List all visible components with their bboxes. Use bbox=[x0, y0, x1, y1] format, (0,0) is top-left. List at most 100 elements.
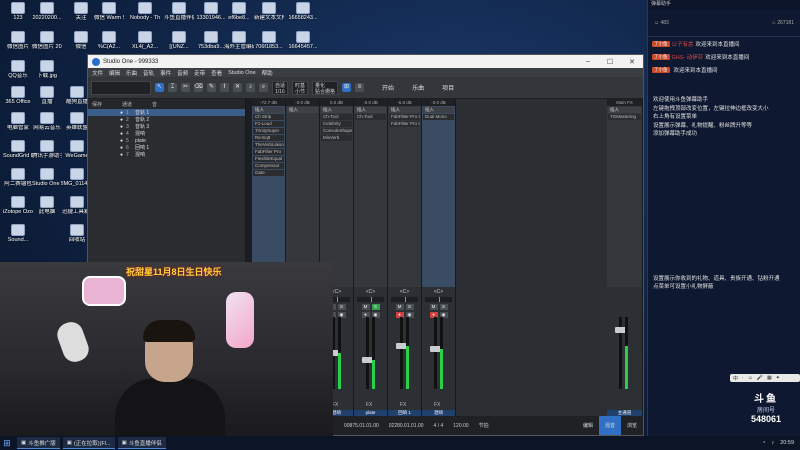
snap-toggle-icon[interactable]: ⊞ bbox=[342, 83, 352, 92]
volume-fader-track[interactable] bbox=[366, 317, 369, 389]
taskbar-app[interactable]: ▣ (正在拉取)(Fl... bbox=[62, 437, 115, 449]
solo-button[interactable]: S bbox=[439, 304, 448, 310]
mute-button[interactable]: M bbox=[429, 304, 438, 310]
solo-button[interactable]: S bbox=[337, 304, 346, 310]
record-arm-icon[interactable]: ● bbox=[120, 131, 123, 137]
insert-header[interactable]: 插入 bbox=[253, 107, 284, 113]
view-tab[interactable]: 混音 bbox=[599, 416, 621, 435]
mixer-channel[interactable]: -0.0 dB 插入 Dual Mono <C> M S ● ◉ FX 混响 bbox=[422, 99, 456, 416]
desktop-icon[interactable]: 706f1853... bbox=[254, 31, 284, 50]
gift-toolbar-icon[interactable]: ✦ bbox=[776, 375, 780, 381]
insert-plugin[interactable]: Gate bbox=[253, 170, 284, 176]
insert-plugin[interactable]: TGMastering bbox=[608, 114, 641, 120]
insert-plugin[interactable]: Re-Eq8 bbox=[253, 135, 284, 141]
pan-slider[interactable] bbox=[425, 297, 452, 302]
insert-plugin[interactable]: MixVerb bbox=[321, 135, 352, 141]
desktop-icon[interactable]: 微信图片 bbox=[3, 31, 33, 50]
desktop-icon[interactable]: [(UNZ... bbox=[164, 31, 194, 50]
track-row[interactable]: ● 3 音轨 3 bbox=[88, 123, 245, 131]
range-tool-icon[interactable]: ⌶ bbox=[168, 83, 177, 92]
desktop-icon[interactable]: 腾讯手游助手 bbox=[32, 140, 62, 159]
menu-item[interactable]: 帮助 bbox=[262, 69, 273, 77]
gift-toolbar-icon[interactable]: ☺ bbox=[748, 375, 753, 381]
zoom-tool-icon[interactable]: ⌕ bbox=[259, 83, 268, 92]
menu-item[interactable]: 走带 bbox=[194, 69, 205, 77]
desktop-icon[interactable]: 16658243... bbox=[288, 2, 318, 21]
desktop-icon[interactable]: 阿二赛锚包 bbox=[3, 168, 33, 187]
insert-plugin[interactable]: FabFilter Pro C bbox=[389, 121, 420, 127]
timebase-box[interactable]: 时基 小节 bbox=[292, 80, 309, 95]
desktop-icon[interactable]: %C(A2... bbox=[94, 31, 124, 50]
volume-fader-track[interactable] bbox=[400, 317, 403, 389]
insert-plugin[interactable]: Dual Mono bbox=[423, 114, 454, 120]
menu-item[interactable]: 音轨 bbox=[143, 69, 154, 77]
menu-item[interactable]: 查看 bbox=[211, 69, 222, 77]
menu-item[interactable]: 音频 bbox=[177, 69, 188, 77]
gift-toolbar-icon[interactable]: 中 bbox=[733, 375, 738, 382]
windows-start-icon[interactable]: ⊞ bbox=[0, 436, 14, 450]
insert-plugin[interactable]: Ch-Tool bbox=[355, 114, 386, 120]
pencil-tool-icon[interactable]: ✎ bbox=[207, 83, 216, 92]
main-output-channel[interactable]: Main FX 插入 TGMastering 主通道 bbox=[607, 99, 643, 416]
insert-plugin[interactable]: ConsoleShaper bbox=[321, 128, 352, 134]
desktop-icon[interactable]: iZotope Ozone 9 bbox=[3, 196, 33, 215]
desktop-icon[interactable]: 海外主管编码 密钥.txt bbox=[224, 31, 254, 50]
gift-toolbar-icon[interactable]: ▦ bbox=[767, 375, 772, 381]
mixer-channel[interactable]: -0.0 dB 插入 Ch-Tool <C> M S ● ◉ FX plate bbox=[354, 99, 388, 416]
insert-header[interactable]: 插入 bbox=[389, 107, 420, 113]
insert-plugin[interactable]: FabFilter-Pro Q bbox=[389, 114, 420, 120]
record-arm-icon[interactable]: ● bbox=[120, 117, 123, 123]
mute-button[interactable]: M bbox=[395, 304, 404, 310]
minimize-button[interactable]: – bbox=[577, 58, 599, 66]
volume-fader-track[interactable] bbox=[434, 317, 437, 389]
insert-plugin[interactable]: TrinitySuper bbox=[253, 128, 284, 134]
desktop-icon[interactable]: 123 bbox=[3, 2, 33, 21]
track-row[interactable]: ● 5 plate bbox=[88, 137, 245, 144]
close-button[interactable]: ✕ bbox=[621, 58, 643, 66]
desktop-icon[interactable]: 753dba9... bbox=[196, 31, 226, 50]
eraser-tool-icon[interactable]: ⌫ bbox=[194, 83, 203, 92]
desktop-icon[interactable]: 下载.jpg bbox=[32, 60, 62, 79]
solo-button[interactable]: S bbox=[371, 304, 380, 310]
list-icon[interactable]: ≡ bbox=[355, 83, 365, 92]
insert-plugin[interactable]: TheVerbLiaison bbox=[253, 142, 284, 148]
track-row[interactable]: ● 7 混响 bbox=[88, 151, 245, 159]
desktop-icon[interactable]: 斗鱼直播伴侣 bbox=[164, 2, 194, 21]
desktop-icon[interactable]: 直播 bbox=[32, 86, 62, 105]
gift-toolbar-icon[interactable]: 🎤 bbox=[757, 375, 763, 381]
record-arm-icon[interactable]: ● bbox=[120, 110, 123, 116]
desktop-icon[interactable]: 此电脑 bbox=[32, 196, 62, 215]
gift-toolbar-icon[interactable]: · bbox=[742, 375, 744, 381]
desktop-icon[interactable]: 电脑管家 bbox=[3, 112, 33, 131]
chat-message[interactable]: 了小鱼 欢迎来到本直播间 bbox=[648, 63, 800, 76]
quantize-box[interactable]: 量化 贴合栅格 bbox=[312, 80, 339, 95]
menu-item[interactable]: 编辑 bbox=[109, 69, 120, 77]
insert-plugin[interactable]: FabFilter Pro bbox=[253, 149, 284, 155]
record-arm-icon[interactable]: ● bbox=[120, 138, 123, 144]
desktop-icon[interactable]: 网易云音乐 bbox=[32, 112, 62, 131]
desktop-icon[interactable]: Studio One 5 bbox=[32, 168, 62, 187]
record-arm-icon[interactable]: ● bbox=[120, 152, 123, 158]
danmaku-helper-panel[interactable]: 弹幕助手 ☺ 483 ♨ 267181 了小鱼 公子有恙 欢迎来到本直播间 了小鱼 GH… bbox=[647, 0, 800, 436]
record-arm-icon[interactable]: ● bbox=[120, 145, 123, 151]
split-tool-icon[interactable]: ✂ bbox=[181, 83, 190, 92]
insert-header[interactable]: 插入 bbox=[355, 107, 386, 113]
desktop-icon[interactable]: 16645457... bbox=[288, 31, 318, 50]
project-tab[interactable]: 项目 bbox=[442, 83, 454, 92]
pan-slider[interactable] bbox=[391, 297, 418, 302]
desktop-icon[interactable]: 新建文本文档 (5).txt bbox=[254, 2, 284, 21]
insert-header[interactable]: 插入 bbox=[321, 107, 352, 113]
network-icon[interactable]: ◔ bbox=[762, 440, 765, 446]
desktop-icon[interactable]: 微信 bbox=[66, 31, 96, 50]
speaker-tool-icon[interactable]: ♪ bbox=[246, 83, 255, 92]
clock[interactable]: 20:59 bbox=[780, 440, 794, 446]
menu-item[interactable]: Studio One bbox=[228, 70, 256, 76]
window-title-bar[interactable]: Studio One - 999333 – ☐ ✕ bbox=[88, 55, 643, 68]
chat-message[interactable]: 了小鱼 公子有恙 欢迎来到本直播间 bbox=[648, 37, 800, 50]
mute-button[interactable]: M bbox=[361, 304, 370, 310]
mute-tool-icon[interactable]: ✕ bbox=[233, 83, 242, 92]
solo-button[interactable]: S bbox=[405, 304, 414, 310]
view-tab[interactable]: 编辑 bbox=[577, 416, 599, 435]
insert-header[interactable]: 插入 bbox=[287, 107, 318, 113]
desktop-icon[interactable]: SoundGrid Driver C... bbox=[3, 140, 33, 159]
